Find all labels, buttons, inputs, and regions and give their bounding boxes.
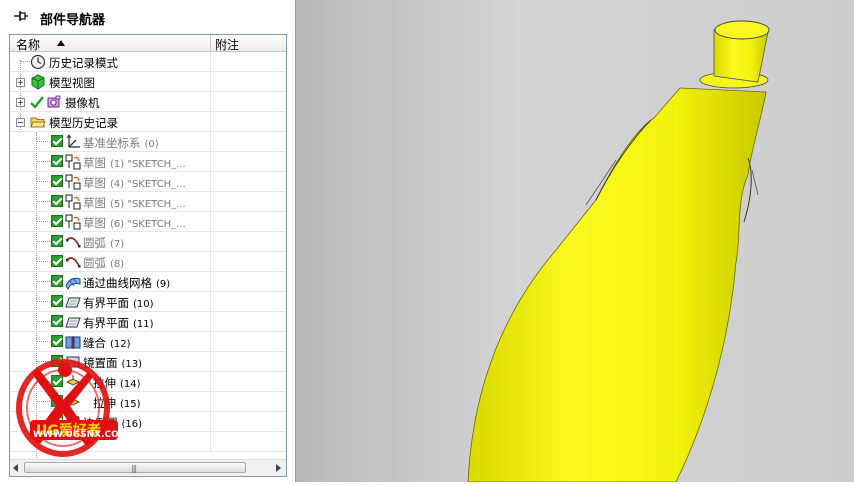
row-label: 模型历史记录 [49,116,118,130]
watermark-url: WWW.UGSNX.COM [33,430,128,440]
tree-row-feature-curve-mesh[interactable]: 通过曲线网格 (9) [10,272,286,292]
tree-row-feature-sketch-4[interactable]: 草图 (4) "SKETCH_... [10,172,286,192]
folder-open-icon [30,117,46,128]
visibility-checkbox[interactable] [51,175,63,187]
tree-row-feature-sketch-6[interactable]: 草图 (6) "SKETCH_... [10,212,286,232]
row-number: (8) [110,259,125,270]
row-number: (10) [133,299,154,310]
column-header-note[interactable]: 附注 [215,36,239,53]
navigator-title: 部件导航器 [40,13,106,28]
tree-row-feature-arc-8[interactable]: 圆弧 (8) [10,252,286,272]
datum-csys-icon [66,134,80,148]
tree-row-history-mode[interactable]: 历史记录模式 [10,52,286,72]
tree-row-feature-arc-7[interactable]: 圆弧 (7) [10,232,286,252]
row-number: (11) [133,319,154,330]
ug-logo-watermark-icon: UG爱好者 [16,359,118,457]
curve-mesh-icon [65,277,81,290]
expand-plus-icon[interactable]: + [16,98,25,107]
row-number: (5) "SKETCH_... [110,199,186,210]
navigator-title-bar: 部件导航器 [0,0,295,34]
visibility-checkbox[interactable] [51,315,63,327]
tree-row-feature-sketch-5[interactable]: 草图 (5) "SKETCH_... [10,192,286,212]
scroll-right-arrow-icon[interactable] [276,464,281,472]
row-label: 通过曲线网格 [83,276,152,290]
sketch-icon [65,214,81,230]
row-label: 草图 [83,196,106,210]
column-header-name[interactable]: 名称 [16,36,40,53]
camera-icon [47,95,61,108]
sew-icon [65,336,81,349]
visibility-checkbox[interactable] [51,155,63,167]
model-view-icon [31,74,45,90]
sketch-icon [65,154,81,170]
collapse-minus-icon[interactable]: − [16,118,25,127]
sketch-icon [65,174,81,190]
row-number: (7) [110,239,125,250]
row-label: 草图 [83,156,106,170]
row-number: (1) "SKETCH_... [110,159,186,170]
arc-icon [66,237,81,248]
sort-ascending-icon [57,40,65,46]
tree-header: 名称 附注 [10,35,286,52]
visibility-checkbox[interactable] [51,335,63,347]
row-label: 基准坐标系 [83,136,141,150]
row-label: 圆弧 [83,236,106,250]
tree-row-cameras[interactable]: + 摄像机 [10,92,286,112]
tree-row-model-history[interactable]: − 模型历史记录 [10,112,286,132]
row-label: 摄像机 [65,96,100,110]
row-label: 有界平面 [83,316,129,330]
tree-row-feature-sketch-1[interactable]: 草图 (1) "SKETCH_... [10,152,286,172]
tree-row-feature-bounded-plane-11[interactable]: 有界平面 (11) [10,312,286,332]
row-label: 圆弧 [83,256,106,270]
row-label: 历史记录模式 [49,56,118,70]
row-number: (12) [110,339,131,350]
part-navigator-panel: 部件导航器 名称 附注 历史记录模式 + 模型视图 + 摄像机 − 模型历史记录… [0,0,296,482]
visibility-checkbox[interactable] [51,255,63,267]
bounded-plane-icon [65,297,81,308]
pin-icon[interactable] [14,10,28,22]
row-number: (4) "SKETCH_... [110,179,186,190]
visibility-checkbox[interactable] [51,235,63,247]
row-number: (9) [156,279,171,290]
tree-row-model-views[interactable]: + 模型视图 [10,72,286,92]
bounded-plane-icon [65,317,81,328]
row-number: (0) [144,139,159,150]
arc-icon [66,257,81,268]
row-number: (6) "SKETCH_... [110,219,186,230]
expand-plus-icon[interactable]: + [16,78,25,87]
clock-icon [30,54,46,70]
row-label: 草图 [83,176,106,190]
bottle-model[interactable] [296,0,854,483]
visibility-checkbox[interactable] [51,215,63,227]
row-label: 有界平面 [83,296,129,310]
visibility-checkbox[interactable] [51,295,63,307]
row-label: 草图 [83,216,106,230]
visibility-checkbox[interactable] [51,195,63,207]
graphics-viewport[interactable] [296,0,854,483]
visibility-checkbox[interactable] [51,275,63,287]
tree-row-feature-datum-csys[interactable]: 基准坐标系 (0) [10,132,286,152]
row-label: 模型视图 [49,76,95,90]
tree-row-feature-sew[interactable]: 缝合 (12) [10,332,286,352]
tree-row-feature-bounded-plane-10[interactable]: 有界平面 (10) [10,292,286,312]
visibility-checkbox[interactable] [51,135,63,147]
row-label: 缝合 [83,336,106,350]
sketch-icon [65,194,81,210]
checkmark-icon [30,96,44,109]
